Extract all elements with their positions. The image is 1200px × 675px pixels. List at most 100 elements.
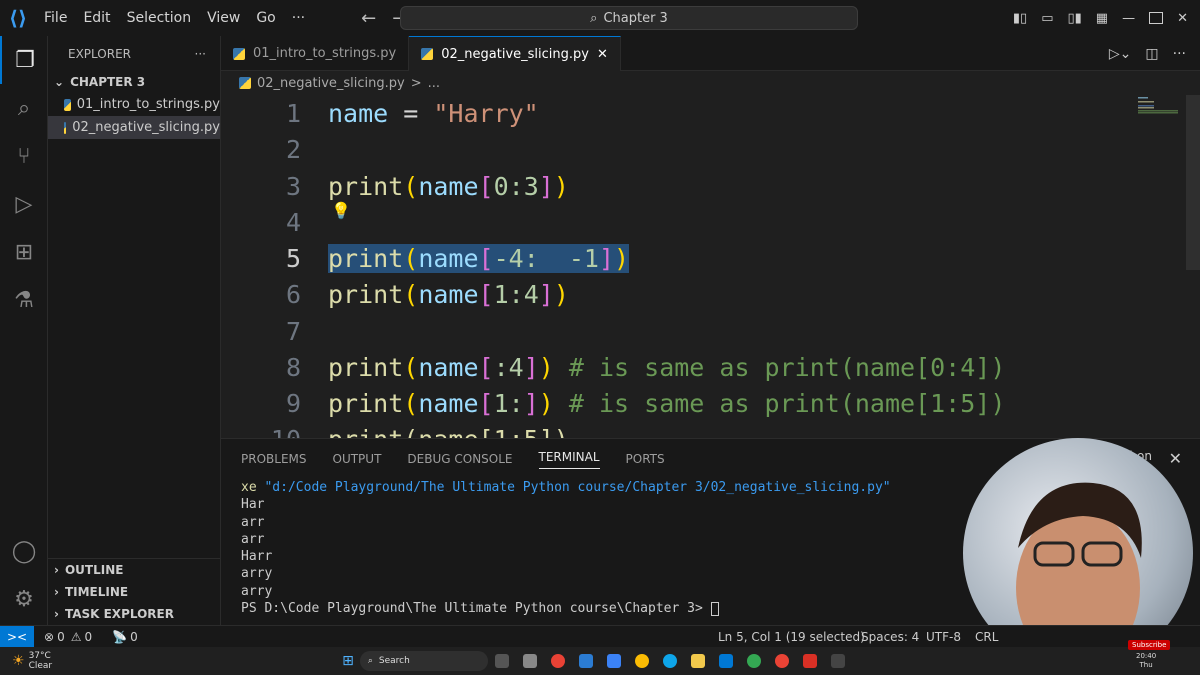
pdf-app-icon[interactable]: [802, 654, 817, 668]
window-controls: ▮▯ ▭ ▯▮ ▦ — ✕: [1013, 0, 1200, 36]
menu-view[interactable]: View: [199, 10, 248, 26]
explorer-icon[interactable]: ❐: [0, 36, 48, 84]
code-editor[interactable]: 1 name = "Harry" 2 3 print(name[0:3]) 4 …: [221, 95, 1200, 438]
chevron-right-icon: ›: [54, 585, 59, 599]
todo-app-icon[interactable]: [606, 654, 621, 668]
search-icon[interactable]: ⌕: [0, 84, 48, 132]
toggle-panel-icon[interactable]: ▭: [1041, 11, 1053, 26]
search-icon: ⌕: [590, 10, 598, 26]
section-label: TIMELINE: [64, 585, 129, 599]
code-token: =: [388, 98, 434, 128]
back-arrow-icon[interactable]: ←: [353, 8, 384, 29]
task-view-icon[interactable]: [494, 654, 509, 668]
error-icon[interactable]: ⊗: [44, 630, 54, 644]
title-bar: ⟨⟩ File Edit Selection View Go ··· ← → ⌕…: [0, 0, 1200, 36]
tab-intro-to-strings[interactable]: 01_intro_to_strings.py: [221, 36, 410, 71]
edge-icon[interactable]: [662, 654, 677, 668]
folder-chapter-3[interactable]: ⌄ CHAPTER 3: [48, 71, 220, 93]
code-line: 3 print(name[0:3]): [221, 168, 1200, 204]
source-control-icon[interactable]: ⑂: [0, 132, 48, 180]
chevron-down-icon: ⌄: [54, 75, 65, 89]
lightbulb-icon[interactable]: 💡: [331, 201, 351, 220]
explorer-title: EXPLORER: [68, 46, 131, 61]
tab-debug-console[interactable]: DEBUG CONSOLE: [407, 452, 512, 466]
terminal-app-icon[interactable]: [830, 654, 845, 668]
settings-gear-icon[interactable]: ⚙: [0, 575, 48, 623]
chrome-alt2-icon[interactable]: [774, 654, 789, 668]
error-count[interactable]: 0: [57, 630, 65, 644]
remote-indicator[interactable]: ><: [0, 625, 34, 648]
explorer-more-button[interactable]: ···: [195, 47, 206, 61]
more-actions-icon[interactable]: ···: [1173, 46, 1186, 62]
tab-problems[interactable]: PROBLEMS: [241, 452, 307, 466]
menu-file[interactable]: File: [36, 10, 75, 26]
weather-widget[interactable]: 37°C Clear: [29, 651, 53, 671]
menu-selection[interactable]: Selection: [119, 10, 200, 26]
indentation[interactable]: Spaces: 4: [861, 630, 919, 644]
file-explorer-icon[interactable]: [690, 654, 705, 668]
extensions-icon[interactable]: ⊞: [0, 228, 48, 276]
ports-icon[interactable]: 📡: [112, 630, 127, 644]
settings-app-icon[interactable]: [522, 654, 537, 668]
weather-icon[interactable]: ☀: [12, 653, 25, 669]
tab-ports[interactable]: PORTS: [626, 452, 665, 466]
menu-edit[interactable]: Edit: [75, 10, 118, 26]
chrome-icon[interactable]: [550, 654, 565, 668]
cursor-position[interactable]: Ln 5, Col 1 (19 selected): [718, 630, 865, 644]
search-icon: ⌕: [367, 656, 373, 666]
close-window-icon[interactable]: ✕: [1177, 11, 1188, 26]
run-file-icon[interactable]: ▷⌄: [1109, 46, 1132, 62]
code-line: 7: [221, 313, 1200, 349]
code-line: 4: [221, 204, 1200, 240]
section-outline[interactable]: › OUTLINE: [48, 559, 221, 581]
chrome-profile-icon[interactable]: [634, 654, 649, 668]
editor-scrollbar[interactable]: [1186, 95, 1200, 270]
subscribe-badge[interactable]: Subscribe: [1128, 640, 1171, 650]
code-token: print: [328, 171, 404, 201]
ports-count[interactable]: 0: [130, 630, 138, 644]
code-token: print(name[1:5]): [328, 425, 569, 439]
tab-terminal[interactable]: TERMINAL: [538, 450, 600, 469]
breadcrumb-file[interactable]: 02_negative_slicing.py: [257, 76, 405, 91]
code-token: name: [418, 279, 479, 309]
run-debug-icon[interactable]: ▷: [0, 180, 48, 228]
customize-layout-icon[interactable]: ▦: [1096, 11, 1108, 26]
menu-more[interactable]: ···: [284, 10, 313, 26]
code-token: (: [403, 388, 419, 418]
chrome-alt-icon[interactable]: [746, 654, 761, 668]
panel-close-button[interactable]: ✕: [1169, 449, 1182, 468]
toggle-secondary-sidebar-icon[interactable]: ▯▮: [1067, 11, 1081, 26]
os-taskbar: ☀ 37°C Clear ⊞ ⌕ Search Subscribe 20:40 …: [0, 640, 1200, 675]
weather-temp: 37°C: [28, 651, 51, 661]
section-task-explorer[interactable]: › TASK EXPLORER: [48, 603, 221, 625]
encoding[interactable]: UTF-8: [926, 630, 961, 644]
tab-close-icon[interactable]: ✕: [597, 47, 608, 62]
warning-count[interactable]: 0: [84, 630, 92, 644]
file-item-intro[interactable]: 01_intro_to_strings.py: [48, 93, 220, 116]
minimap[interactable]: [1126, 95, 1186, 125]
command-center-search[interactable]: ⌕ Chapter 3: [400, 6, 858, 30]
code-token: [: [478, 243, 494, 273]
line-number: 2: [285, 134, 301, 164]
file-item-negative-slicing[interactable]: 02_negative_slicing.py: [48, 116, 220, 139]
warning-icon[interactable]: ⚠: [71, 630, 82, 644]
taskbar-search[interactable]: ⌕ Search: [359, 651, 488, 671]
breadcrumb-more[interactable]: ...: [428, 76, 440, 91]
clock[interactable]: 20:40 Thu: [1136, 652, 1156, 670]
end-of-line[interactable]: CRL: [975, 630, 998, 644]
calendar-app-icon[interactable]: [578, 654, 593, 668]
split-editor-icon[interactable]: ◫: [1145, 46, 1158, 62]
vscode-taskbar-icon[interactable]: [718, 654, 733, 668]
tab-output[interactable]: OUTPUT: [333, 452, 382, 466]
menu-go[interactable]: Go: [248, 10, 283, 26]
line-number: 7: [285, 316, 301, 346]
windows-start-icon[interactable]: ⊞: [342, 653, 354, 669]
toggle-sidebar-icon[interactable]: ▮▯: [1013, 11, 1027, 26]
testing-icon[interactable]: ⚗: [0, 276, 48, 324]
minimize-icon[interactable]: —: [1122, 11, 1135, 26]
tab-negative-slicing[interactable]: 02_negative_slicing.py ✕: [409, 36, 621, 71]
search-text: Chapter 3: [603, 10, 668, 26]
section-timeline[interactable]: › TIMELINE: [48, 581, 221, 603]
account-icon[interactable]: ◯: [0, 527, 48, 575]
maximize-icon[interactable]: [1149, 12, 1164, 24]
